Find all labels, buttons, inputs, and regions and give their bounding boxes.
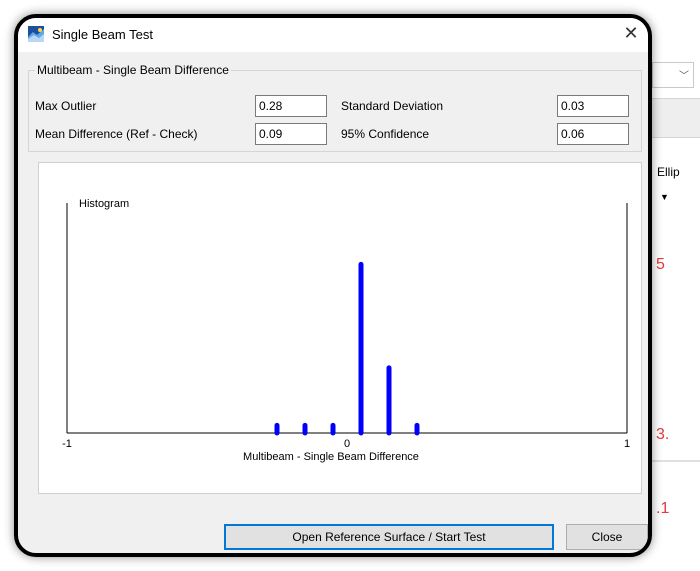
histogram-panel: Histogram -1 0 1 Multibeam - Single Beam D… <box>38 162 642 494</box>
background-toolbar-strip <box>652 98 700 138</box>
chevron-down-icon: ﹀ <box>679 71 689 82</box>
difference-stats-group: Multibeam - Single Beam Difference Max O… <box>28 63 642 152</box>
caret-down-icon[interactable]: ▼ <box>660 192 669 202</box>
background-divider <box>652 460 700 462</box>
background-red-text: .1 <box>656 500 670 517</box>
title-bar[interactable]: Single Beam Test ✕ <box>18 18 648 52</box>
chart-title: Histogram <box>79 198 129 210</box>
x-tick-label: 1 <box>624 438 630 450</box>
background-red-text: 5 <box>656 256 665 273</box>
x-axis-label: Multibeam - Single Beam Difference <box>243 451 419 463</box>
mean-difference-label: Mean Difference (Ref - Check) <box>35 127 198 141</box>
standard-deviation-field[interactable]: 0.03 <box>557 95 629 117</box>
max-outlier-label: Max Outlier <box>35 99 97 113</box>
confidence-field[interactable]: 0.06 <box>557 123 629 145</box>
mean-difference-field[interactable]: 0.09 <box>255 123 327 145</box>
x-tick-label: -1 <box>62 438 72 450</box>
background-red-text: 3. <box>656 426 670 443</box>
group-title: Multibeam - Single Beam Difference <box>35 63 231 77</box>
x-tick-label: 0 <box>344 438 350 450</box>
single-beam-test-dialog: Single Beam Test ✕ Multibeam - Single Be… <box>14 14 652 557</box>
background-ellipsoid-label: Ellip <box>657 165 680 179</box>
close-button[interactable]: Close <box>566 524 648 550</box>
background-combobox[interactable]: ﹀ <box>652 62 694 88</box>
confidence-label: 95% Confidence <box>341 127 430 141</box>
histogram-chart: Histogram -1 0 1 Multibeam - Single Beam D… <box>62 198 630 463</box>
close-icon[interactable]: ✕ <box>620 22 642 44</box>
dialog-title: Single Beam Test <box>52 27 153 42</box>
standard-deviation-label: Standard Deviation <box>341 99 444 113</box>
app-globe-icon <box>28 26 44 42</box>
start-test-button[interactable]: Open Reference Surface / Start Test <box>224 524 554 550</box>
max-outlier-field[interactable]: 0.28 <box>255 95 327 117</box>
